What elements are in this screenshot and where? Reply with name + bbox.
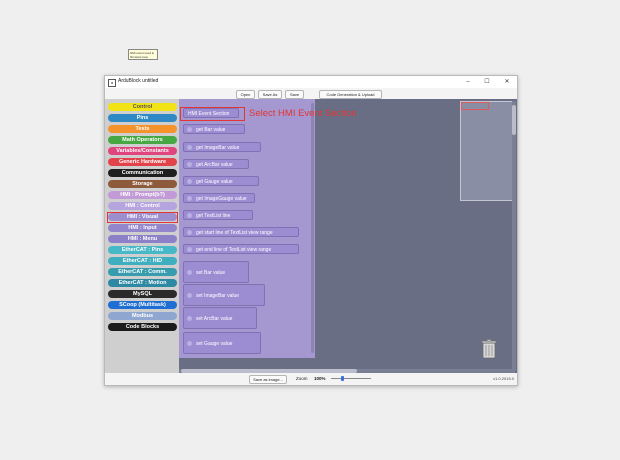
minimap-viewport[interactable] xyxy=(461,102,489,110)
block-label: get Bar value xyxy=(196,127,226,133)
save-as-button[interactable]: Save As xyxy=(258,90,282,99)
block-label: set Bar value xyxy=(196,270,226,276)
block-label: get TextList line xyxy=(196,213,231,219)
block-icon xyxy=(187,230,192,235)
block-label: get end line of TextList view range xyxy=(196,247,272,253)
category-scoop-multitask[interactable]: SCoop (Multitask) xyxy=(108,301,177,309)
block-icon xyxy=(187,213,192,218)
category-hmi-control[interactable]: HMI : Control xyxy=(108,202,177,210)
close-button[interactable]: ✕ xyxy=(501,77,513,87)
block-set-bar-value[interactable]: set Bar value xyxy=(183,261,249,283)
workspace-minimap[interactable] xyxy=(460,101,513,201)
category-mysql[interactable]: MySQL xyxy=(108,290,177,298)
category-hmi-menu[interactable]: HMI : Menu xyxy=(108,235,177,243)
block-label: set ImageBar value xyxy=(196,293,240,299)
window-title: ArduBlock untitled xyxy=(118,78,159,84)
block-icon xyxy=(187,247,192,252)
minimize-button[interactable]: – xyxy=(462,77,474,87)
block-get-arcbar-value[interactable]: get ArcBar value xyxy=(183,159,249,169)
block-icon xyxy=(187,162,192,167)
workspace-vertical-scrollbar[interactable] xyxy=(512,101,516,371)
block-icon xyxy=(187,196,192,201)
category-generic-hardware[interactable]: Generic Hardware xyxy=(108,158,177,166)
upload-button[interactable]: Code Generation & Upload xyxy=(319,90,382,99)
block-set-gauge-value[interactable]: set Gauge value xyxy=(183,332,261,354)
category-modbus[interactable]: Modbus xyxy=(108,312,177,320)
block-get-textlist-line[interactable]: get TextList line xyxy=(183,210,253,220)
category-hmi-prompt[interactable]: HMI : Prompt(b?) xyxy=(108,191,177,199)
block-get-textlist-start-line[interactable]: get start line of TextList view range xyxy=(183,227,299,237)
category-ethercat-comm[interactable]: EtherCAT : Comm. xyxy=(108,268,177,276)
category-hmi-input[interactable]: HMI : Input xyxy=(108,224,177,232)
workspace[interactable]: Control Pins Tests Math Operators Variab… xyxy=(105,99,517,373)
zoom-value: 100% xyxy=(314,376,326,381)
save-button[interactable]: Save xyxy=(285,90,304,99)
block-label: set Gauge value xyxy=(196,341,233,347)
category-storage[interactable]: Storage xyxy=(108,180,177,188)
app-window: a ArduBlock untitled – ☐ ✕ Open Save As … xyxy=(104,75,518,386)
workspace-vertical-scroll-thumb[interactable] xyxy=(512,105,516,135)
category-code-blocks[interactable]: Code Blocks xyxy=(108,323,177,331)
category-tests[interactable]: Tests xyxy=(108,125,177,133)
maximize-button[interactable]: ☐ xyxy=(481,77,493,87)
block-set-imagebar-value[interactable]: set ImageBar value xyxy=(183,284,265,306)
block-flyout: HMI Event Section get Bar value get Imag… xyxy=(179,99,315,358)
block-icon xyxy=(187,145,192,150)
zoom-label: Zoom xyxy=(296,376,308,381)
version-label: v1.0.2015.0 xyxy=(493,376,514,381)
category-variables-constants[interactable]: Variables/Constants xyxy=(108,147,177,155)
block-icon xyxy=(187,341,192,346)
category-communication[interactable]: Communication xyxy=(108,169,177,177)
block-label: get ArcBar value xyxy=(196,162,233,168)
category-math-operators[interactable]: Math Operators xyxy=(108,136,177,144)
instruction-annotation: Select HMI Event Section xyxy=(249,108,357,119)
block-set-arcbar-value[interactable]: set ArcBar value xyxy=(183,307,257,329)
category-pins[interactable]: Pins xyxy=(108,114,177,122)
block-label: get start line of TextList view range xyxy=(196,230,273,236)
category-ethercat-hid[interactable]: EtherCAT : HID xyxy=(108,257,177,265)
block-label: get ImageGauge value xyxy=(196,196,247,202)
block-icon xyxy=(187,293,192,298)
trash-can-icon[interactable] xyxy=(481,339,497,359)
status-bar: Save as image... Zoom 100% v1.0.2015.0 xyxy=(105,373,517,385)
block-get-gauge-value[interactable]: get Gauge value xyxy=(183,176,259,186)
block-label: set ArcBar value xyxy=(196,316,233,322)
block-tooltip: HMI event used in firmware loop xyxy=(128,49,158,60)
block-get-imagegauge-value[interactable]: get ImageGauge value xyxy=(183,193,255,203)
block-icon xyxy=(187,127,192,132)
open-button[interactable]: Open xyxy=(236,90,255,99)
flyout-scrollbar[interactable] xyxy=(311,103,314,353)
save-as-image-button[interactable]: Save as image... xyxy=(249,375,287,384)
toolbar: Open Save As Save Code Generation & Uplo… xyxy=(105,88,517,99)
zoom-slider-track[interactable] xyxy=(331,378,371,379)
category-ethercat-pins[interactable]: EtherCAT : Pins xyxy=(108,246,177,254)
title-bar: a ArduBlock untitled – ☐ ✕ xyxy=(105,76,517,88)
block-icon xyxy=(187,270,192,275)
category-palette: Control Pins Tests Math Operators Variab… xyxy=(105,99,179,373)
category-control[interactable]: Control xyxy=(108,103,177,111)
block-get-bar-value[interactable]: get Bar value xyxy=(183,124,245,134)
category-ethercat-motion[interactable]: EtherCAT : Motion xyxy=(108,279,177,287)
block-get-imagebar-value[interactable]: get ImageBar value xyxy=(183,142,261,152)
block-label: get ImageBar value xyxy=(196,145,240,151)
ardublock-app-icon: a xyxy=(108,79,116,87)
block-label: get Gauge value xyxy=(196,179,233,185)
zoom-slider-handle[interactable] xyxy=(341,376,344,381)
block-get-textlist-end-line[interactable]: get end line of TextList view range xyxy=(183,244,299,254)
block-icon xyxy=(187,179,192,184)
hmi-event-section-highlight-box xyxy=(180,107,245,121)
hmi-visual-highlight-box xyxy=(107,212,178,223)
block-icon xyxy=(187,316,192,321)
